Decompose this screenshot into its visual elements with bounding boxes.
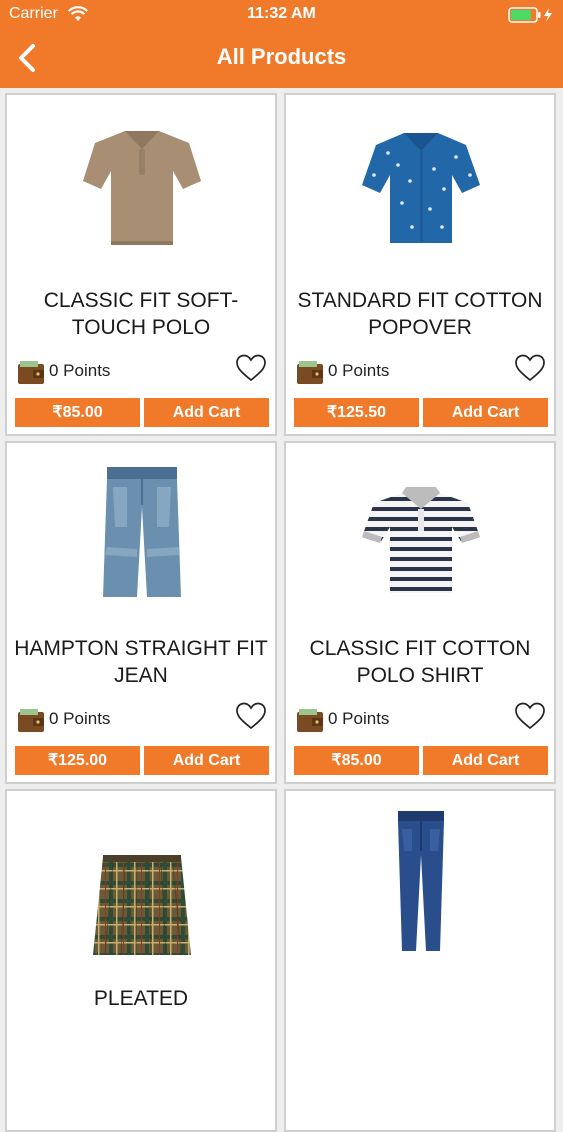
points-label: 0 Points [49,361,111,380]
points-row: 0 Points [17,357,217,387]
wallet-icon [297,361,323,384]
tan-polo-shirt-image [83,131,201,245]
battery-icon [508,7,552,23]
add-cart-button[interactable]: Add Cart [144,746,269,775]
plaid-skirt-image [93,855,191,956]
points-label: 0 Points [328,709,390,728]
heart-icon[interactable] [235,353,267,383]
heart-icon[interactable] [514,701,546,731]
product-name: CLASSIC FIT COTTON POLO SHIRT [309,637,531,687]
wallet-icon [18,709,44,732]
points-row: 0 Points [296,357,496,387]
product-name: HAMPTON STRAIGHT FIT JEAN [14,637,268,687]
page-title: All Products [216,44,347,69]
wallet-icon [18,361,44,384]
heart-icon[interactable] [235,701,267,731]
product-card[interactable]: CLASSIC FIT COTTON POLO SHIRT 0 Points ₹… [284,441,556,784]
heart-icon[interactable] [514,353,546,383]
product-card[interactable]: STANDARD FIT COTTON POPOVER 0 Points ₹12… [284,93,556,436]
product-card[interactable] [284,789,556,1132]
product-name: CLASSIC FIT SOFT-TOUCH POLO [43,289,239,339]
add-cart-button[interactable]: Add Cart [423,398,548,427]
dark-skinny-jeans-image [398,811,444,951]
add-cart-button[interactable]: Add Cart [423,746,548,775]
price-button[interactable]: ₹85.00 [15,398,140,427]
product-card[interactable]: CLASSIC FIT SOFT-TOUCH POLO 0 Points ₹85… [5,93,277,436]
add-cart-button[interactable]: Add Cart [144,398,269,427]
status-bar: Carrier 11:32 AM [0,0,563,30]
nav-bar: All Products [0,30,563,88]
wallet-icon [297,709,323,732]
app-header: Carrier 11:32 AM All Products [0,0,563,88]
blue-print-shirt-image [362,133,480,243]
product-grid: CLASSIC FIT SOFT-TOUCH POLO 0 Points ₹85… [5,93,558,1132]
striped-polo-shirt-image [362,487,480,593]
price-button[interactable]: ₹125.00 [15,746,140,775]
price-button[interactable]: ₹85.00 [294,746,419,775]
points-label: 0 Points [49,709,111,728]
product-card[interactable]: HAMPTON STRAIGHT FIT JEAN 0 Points ₹125.… [5,441,277,784]
points-label: 0 Points [328,361,390,380]
product-name: PLEATED [93,987,189,1010]
points-row: 0 Points [17,705,217,735]
status-time: 11:32 AM [247,5,316,22]
product-card[interactable]: PLEATED [5,789,277,1132]
points-row: 0 Points [296,705,496,735]
product-name: STANDARD FIT COTTON POPOVER [297,289,543,339]
light-wash-jeans-image [103,467,181,597]
price-button[interactable]: ₹125.50 [294,398,419,427]
